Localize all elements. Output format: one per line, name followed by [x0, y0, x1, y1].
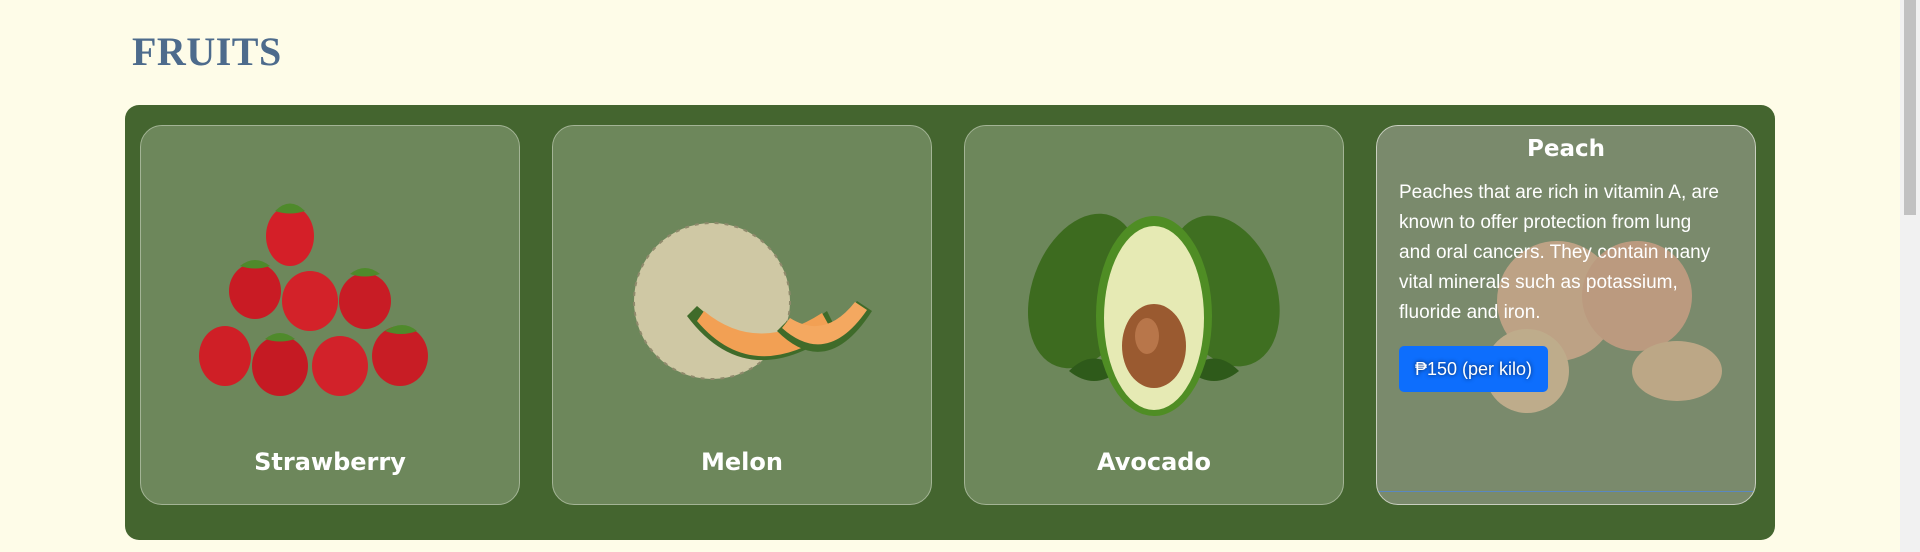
card-label: Melon — [701, 448, 783, 476]
scrollbar-thumb[interactable] — [1904, 0, 1916, 215]
fruit-card-avocado[interactable]: Avocado — [964, 125, 1344, 505]
card-title: Peach — [1527, 136, 1605, 162]
fruit-card-melon[interactable]: Melon — [552, 125, 932, 505]
page-title: FRUITS — [132, 29, 282, 74]
card-label: Avocado — [1097, 448, 1211, 476]
price-button[interactable]: ₱150 (per kilo) — [1399, 346, 1549, 392]
divider — [1377, 491, 1755, 492]
card-description: Peaches that are rich in vitamin A, are … — [1399, 182, 1719, 323]
avocado-image — [1027, 213, 1280, 416]
vertical-scrollbar[interactable] — [1900, 0, 1920, 552]
card-label: Strawberry — [254, 448, 406, 476]
fruit-card-panel: Strawberry Melon Avocado Peach Peaches t… — [125, 105, 1775, 540]
strawberry-image — [199, 203, 428, 396]
fruit-card-strawberry[interactable]: Strawberry — [140, 125, 520, 505]
fruit-card-peach[interactable]: Peach Peaches that are rich in vitamin A… — [1376, 125, 1756, 505]
melon-image — [633, 222, 872, 380]
